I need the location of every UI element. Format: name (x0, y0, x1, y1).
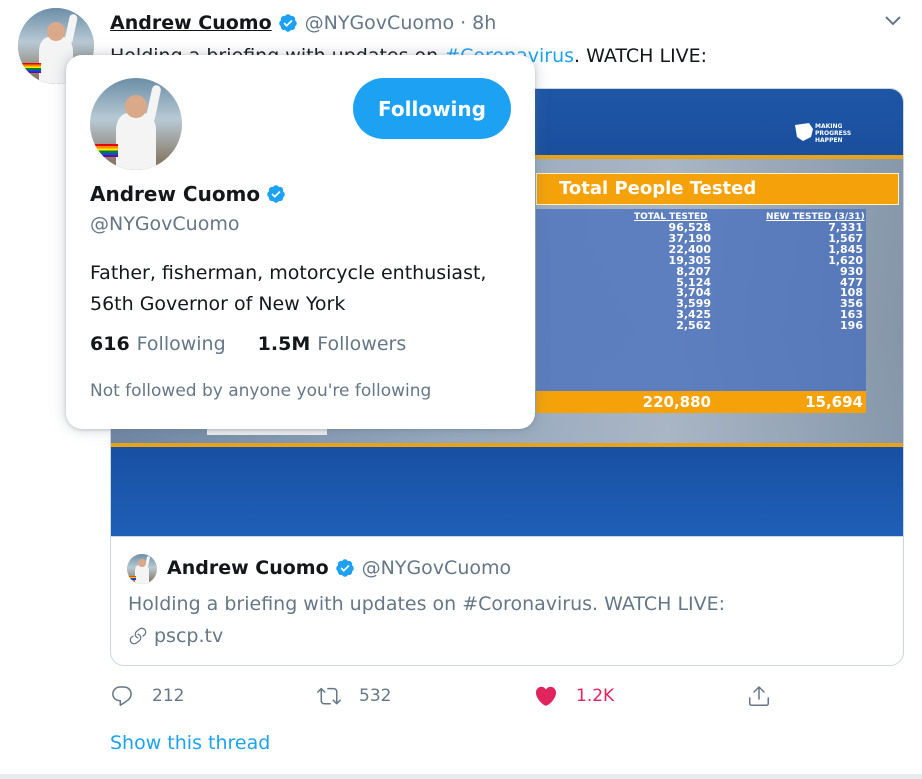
table-total-row: 220,880 15,694 (536, 391, 866, 413)
tweet-timestamp[interactable]: 8h (472, 12, 496, 34)
following-count: 616 (90, 333, 130, 355)
followed-by-note: Not followed by anyone you're following (90, 381, 432, 401)
like-button[interactable]: 1.2K (534, 684, 614, 708)
total-tested-column: 96,528 37,190 22,400 19,305 8,207 5,124 3,704 3… (536, 222, 711, 333)
quoted-tweet[interactable]: Andrew Cuomo @NYGovCuomo Holding a brief… (111, 536, 903, 665)
reply-count: 212 (152, 686, 185, 706)
hovercard-bio: Father, fisherman, motorcycle enthusiast… (90, 258, 520, 320)
total-tested-cell: 2,562 (676, 319, 711, 333)
profile-hovercard: Following Andrew Cuomo @NYGovCuomo Fathe… (66, 55, 535, 429)
avatar-image (127, 554, 157, 584)
following-button[interactable]: Following (353, 78, 511, 139)
separator-dot: · (460, 12, 467, 34)
logo-line-1: MAKING (815, 123, 843, 130)
followers-stat[interactable]: 1.5M Followers (258, 333, 407, 355)
hovercard-handle[interactable]: @NYGovCuomo (90, 213, 239, 235)
divider (0, 774, 922, 779)
tweet-author-name[interactable]: Andrew Cuomo (110, 12, 272, 34)
logo-line-3: HAPPEN (815, 137, 843, 144)
followers-label: Followers (317, 333, 407, 355)
share-button[interactable] (747, 684, 789, 708)
quoted-link[interactable]: pscp.tv (128, 625, 223, 647)
retweet-count: 532 (359, 686, 392, 706)
banner-stripe-bottom (111, 443, 903, 447)
quoted-avatar[interactable] (127, 554, 157, 584)
tweet-actions: 212 532 1.2K (110, 684, 904, 714)
verified-badge-icon (278, 14, 297, 32)
avatar-image (90, 78, 182, 170)
following-stat[interactable]: 616 Following (90, 333, 226, 355)
sum-total-tested: 220,880 (642, 393, 711, 411)
hovercard-name-row: Andrew Cuomo (90, 182, 293, 206)
new-tested-cell: 196 (840, 319, 863, 333)
ny-state-logo: MAKING PROGRESS HAPPEN (795, 123, 851, 144)
sum-new-tested: 15,694 (805, 393, 863, 411)
hovercard-name[interactable]: Andrew Cuomo (90, 182, 260, 206)
followers-count: 1.5M (257, 333, 311, 355)
reply-button[interactable]: 212 (110, 684, 184, 708)
following-label: Following (136, 333, 226, 355)
quoted-author-name[interactable]: Andrew Cuomo (167, 557, 329, 579)
retweet-button[interactable]: 532 (317, 684, 391, 708)
new-tested-column: 7,331 1,567 1,845 1,620 930 477 108 356 163 196 (711, 222, 863, 333)
table-title: Total People Tested (559, 178, 757, 199)
retweet-icon (317, 687, 341, 705)
quoted-link-text[interactable]: pscp.tv (154, 625, 223, 647)
logo-line-2: PROGRESS (815, 130, 851, 137)
tweet-text-suffix: . WATCH LIVE: (574, 45, 708, 67)
bio-line-1: Father, fisherman, motorcycle enthusiast… (90, 262, 487, 284)
bio-line-2: 56th Governor of New York (90, 293, 346, 315)
link-icon (129, 627, 147, 645)
like-count: 1.2K (576, 686, 615, 706)
heart-icon (535, 686, 557, 706)
quoted-author-handle[interactable]: @NYGovCuomo (362, 557, 511, 579)
reply-icon (112, 686, 132, 706)
hovercard-avatar[interactable] (90, 78, 182, 170)
quoted-text: Holding a briefing with updates on #Coro… (128, 593, 726, 615)
verified-badge-icon (267, 185, 285, 203)
share-icon (749, 686, 769, 706)
tweet-author-handle[interactable]: @NYGovCuomo (305, 12, 454, 34)
show-thread-link[interactable]: Show this thread (110, 732, 270, 754)
tested-table: TOTAL TESTED NEW TESTED (3/31) 96,528 37,… (536, 209, 866, 412)
chevron-down-icon[interactable] (883, 12, 903, 30)
quoted-header: Andrew Cuomo @NYGovCuomo (167, 557, 511, 579)
verified-badge-icon (335, 559, 354, 577)
table-title-bar: Total People Tested (536, 173, 899, 205)
tweet-header: Andrew Cuomo @NYGovCuomo · 8h (110, 12, 496, 34)
hovercard-stats: 616 Following 1.5M Followers (90, 333, 438, 355)
